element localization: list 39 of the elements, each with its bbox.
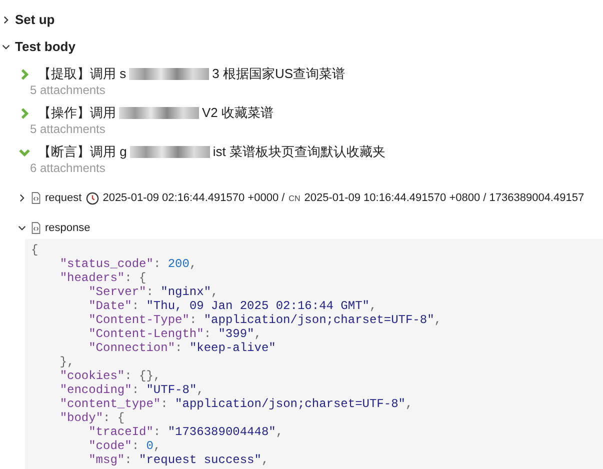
section-title[interactable]: Set up	[15, 12, 55, 27]
code-line: "Connection": "keep-alive"	[88, 341, 276, 355]
code-line: "encoding": "UTF-8",	[58, 383, 204, 397]
code-line: {	[31, 243, 38, 257]
code-line: "content_type": "application/json;charset=UTF-8",	[58, 397, 413, 411]
attachment-count: 5 attachments	[30, 122, 106, 138]
step-title[interactable]: 【提取】调用 s	[38, 65, 126, 83]
chevron-icon[interactable]	[18, 194, 26, 202]
step-title[interactable]: 3 根据国家US查询菜谱	[212, 65, 346, 83]
attachment-count: 5 attachments	[30, 83, 106, 99]
code-file-icon	[31, 192, 41, 204]
section-title[interactable]: Test body	[15, 39, 76, 54]
chevron-icon[interactable]	[2, 42, 10, 50]
timestamp: 2025-01-09 02:16:44.491570 +0000 /	[102, 192, 285, 204]
code-line: "Content-Length": "399",	[88, 327, 262, 341]
step-title[interactable]: 【操作】调用	[38, 104, 116, 122]
code-line: "code": 0,	[88, 439, 161, 453]
attachment-count: 6 attachments	[30, 161, 106, 177]
code-line: "body": {	[58, 411, 125, 425]
step-title[interactable]: 【断言】调用 g	[38, 143, 127, 161]
chevron-icon[interactable]	[2, 16, 10, 24]
timestamp: 2025-01-09 10:16:44.491570 +0800 / 1736389004.49157	[304, 192, 584, 204]
step-title[interactable]: V2 收藏菜谱	[202, 104, 274, 122]
attachment-name[interactable]: response	[45, 222, 90, 234]
chevron-icon[interactable]	[18, 224, 26, 232]
code-file-icon	[31, 222, 41, 234]
code-line: },	[58, 355, 74, 369]
code-line: "cookies": {},	[58, 369, 161, 383]
code-line: "traceId": "1736389004448",	[88, 425, 284, 439]
timezone-label: CN	[288, 194, 300, 202]
code-line: "status_code": 200,	[58, 257, 197, 271]
code-line: "msg": "request success",	[88, 453, 269, 467]
code-line: "Content-Type": "application/json;charset=UTF-8",	[88, 313, 442, 327]
attachment-name[interactable]: request	[45, 192, 82, 204]
code-line: "headers": {	[58, 271, 146, 285]
clock-icon	[86, 192, 99, 204]
code-line: "Server": "nginx",	[88, 285, 218, 299]
code-line: "Date": "Thu, 09 Jan 2025 02:16:44 GMT",	[88, 299, 377, 313]
step-title[interactable]: ist 菜谱板块页查询默认收藏夹	[212, 143, 386, 161]
